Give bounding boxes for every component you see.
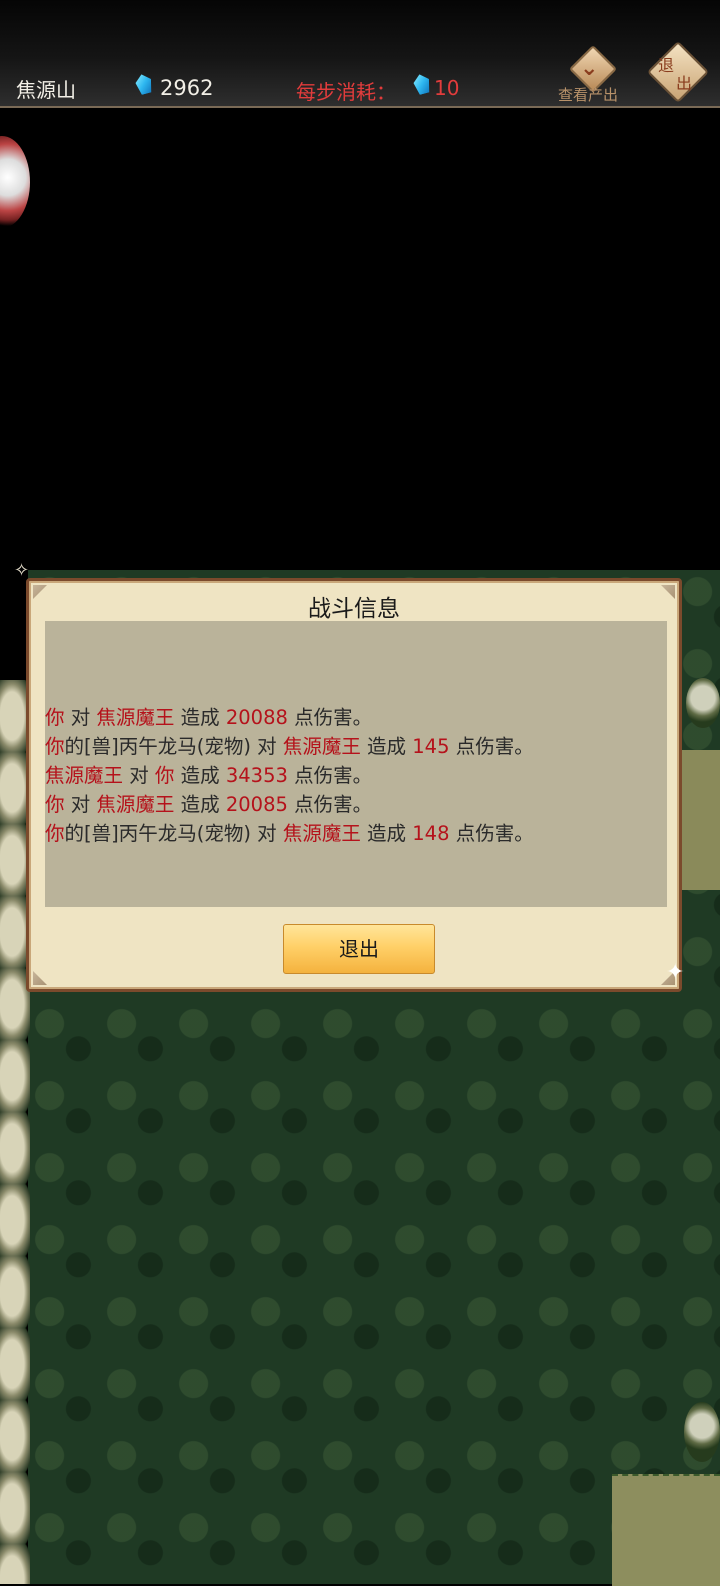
dialog-title: 战斗信息 bbox=[308, 596, 400, 622]
battle-info-dialog: 战斗信息 你 对 焦源魔王 造成 20088 点伤害。 你的[兽]丙午龙马(宠物… bbox=[26, 578, 682, 992]
tree-icon bbox=[684, 1402, 720, 1462]
log-target: 焦源魔王 bbox=[282, 735, 361, 758]
log-text: 点伤害。 bbox=[287, 706, 373, 729]
gem-count: 2962 bbox=[160, 76, 214, 100]
gem-icon bbox=[134, 72, 155, 95]
log-actor: 你 bbox=[45, 735, 65, 758]
log-text: 的[兽]丙午龙马(宠物) 对 bbox=[64, 735, 283, 758]
exit-label-1: 退 bbox=[658, 56, 675, 75]
log-text: 造成 bbox=[174, 706, 226, 729]
log-target: 焦源魔王 bbox=[282, 822, 361, 845]
exit-label-2: 出 bbox=[676, 74, 693, 93]
log-text: 对 bbox=[64, 706, 97, 729]
log-text: 造成 bbox=[174, 793, 226, 816]
log-actor: 你 bbox=[45, 822, 65, 845]
log-text: 点伤害。 bbox=[449, 822, 534, 845]
log-damage: 145 bbox=[412, 735, 450, 758]
log-target: 焦源魔王 bbox=[96, 793, 175, 816]
step-cost-label: 每步消耗： bbox=[296, 80, 396, 104]
log-damage: 34353 bbox=[225, 764, 288, 787]
exit-map-button[interactable]: 退 出 bbox=[646, 40, 710, 104]
gem-icon bbox=[412, 72, 433, 95]
log-target: 你 bbox=[154, 764, 175, 787]
log-text: 点伤害。 bbox=[449, 735, 534, 758]
exit-button[interactable]: 退出 bbox=[283, 924, 435, 974]
dirt-path bbox=[680, 750, 720, 890]
log-line: 你 对 焦源魔王 造成 20085 点伤害。 bbox=[45, 790, 534, 819]
log-line: 你的[兽]丙午龙马(宠物) 对 焦源魔王 造成 145 点伤害。 bbox=[45, 732, 534, 761]
log-line: 你的[兽]丙午龙马(宠物) 对 焦源魔王 造成 148 点伤害。 bbox=[45, 819, 534, 848]
tree-icon bbox=[686, 678, 720, 728]
log-damage: 148 bbox=[412, 822, 450, 845]
log-text: 点伤害。 bbox=[287, 764, 373, 787]
top-bar: 焦源山 2962 每步消耗： 10 ⌄ 查看产出 退 出 bbox=[0, 0, 720, 108]
log-text: 对 bbox=[123, 764, 155, 787]
log-actor: 你 bbox=[45, 793, 65, 816]
log-damage: 20085 bbox=[225, 793, 288, 816]
view-output-label: 查看产出 bbox=[558, 86, 619, 104]
player-avatar[interactable] bbox=[0, 136, 30, 228]
view-output-button[interactable]: ⌄ 查看产出 bbox=[556, 44, 630, 104]
log-text: 对 bbox=[64, 793, 97, 816]
log-text: 造成 bbox=[174, 764, 226, 787]
dirt-path bbox=[612, 1474, 720, 1586]
sparkle-icon: ✦ bbox=[666, 960, 685, 985]
log-damage: 20088 bbox=[225, 706, 288, 729]
log-actor: 你 bbox=[45, 706, 65, 729]
log-target: 焦源魔王 bbox=[96, 706, 175, 729]
log-text: 的[兽]丙午龙马(宠物) 对 bbox=[64, 822, 283, 845]
step-cost-value: 10 bbox=[434, 76, 460, 100]
corner-ornament bbox=[33, 971, 47, 985]
log-text: 造成 bbox=[360, 735, 413, 758]
log-line: 你 对 焦源魔王 造成 20088 点伤害。 bbox=[45, 703, 534, 732]
location-name: 焦源山 bbox=[16, 78, 76, 102]
log-actor: 焦源魔王 bbox=[45, 764, 124, 787]
chevron-down-icon: ⌄ bbox=[580, 56, 599, 81]
battle-log: 你 对 焦源魔王 造成 20088 点伤害。 你的[兽]丙午龙马(宠物) 对 焦… bbox=[45, 703, 534, 848]
log-text: 造成 bbox=[360, 822, 413, 845]
log-line: 焦源魔王 对 你 造成 34353 点伤害。 bbox=[45, 761, 534, 790]
log-text: 点伤害。 bbox=[287, 793, 373, 816]
